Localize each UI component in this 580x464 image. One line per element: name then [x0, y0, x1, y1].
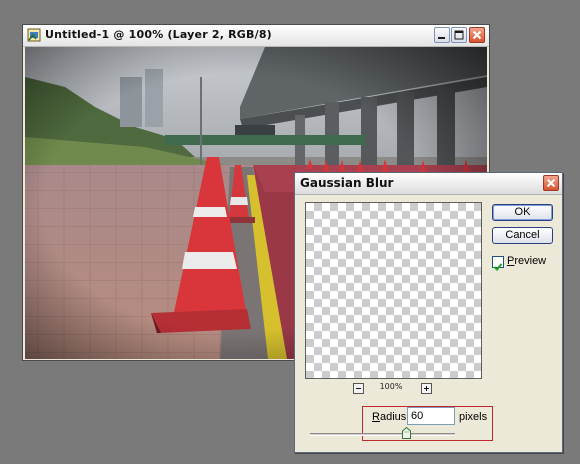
dialog-close-button[interactable] [543, 175, 559, 191]
radius-unit-label: pixels [459, 411, 488, 423]
preview-label: Preview [507, 255, 547, 267]
maximize-icon [454, 30, 464, 40]
dialog-title: Gaussian Blur [300, 176, 394, 190]
plus-icon [424, 386, 429, 391]
radius-slider-thumb[interactable] [402, 427, 411, 439]
ok-button[interactable]: OK [492, 204, 553, 221]
cancel-button[interactable]: Cancel [492, 227, 553, 244]
preview-checkbox-box[interactable] [492, 256, 504, 271]
radius-slider-track[interactable] [310, 433, 455, 436]
zoom-level: 100% [379, 382, 403, 391]
zoom-out-button[interactable] [353, 383, 364, 394]
close-icon [472, 30, 482, 40]
minimize-button[interactable] [434, 27, 450, 43]
document-titlebar[interactable]: Untitled-1 @ 100% (Layer 2, RGB/8) [23, 25, 489, 47]
checkmark-icon [493, 263, 503, 271]
blur-preview-pane[interactable] [305, 202, 482, 379]
radius-input[interactable] [407, 407, 455, 425]
gaussian-blur-dialog: Gaussian Blur 100% OK Cancel Preview Rad… [294, 172, 563, 453]
minimize-icon [438, 37, 445, 39]
maximize-button[interactable] [451, 27, 467, 43]
minus-icon [356, 388, 361, 389]
close-icon [546, 178, 556, 188]
photoshop-document-icon [27, 28, 41, 42]
close-button[interactable] [469, 27, 485, 43]
dialog-titlebar[interactable]: Gaussian Blur [295, 173, 562, 195]
radius-label: Radius: [372, 411, 410, 423]
document-title: Untitled-1 @ 100% (Layer 2, RGB/8) [45, 28, 272, 41]
zoom-in-button[interactable] [421, 383, 432, 394]
